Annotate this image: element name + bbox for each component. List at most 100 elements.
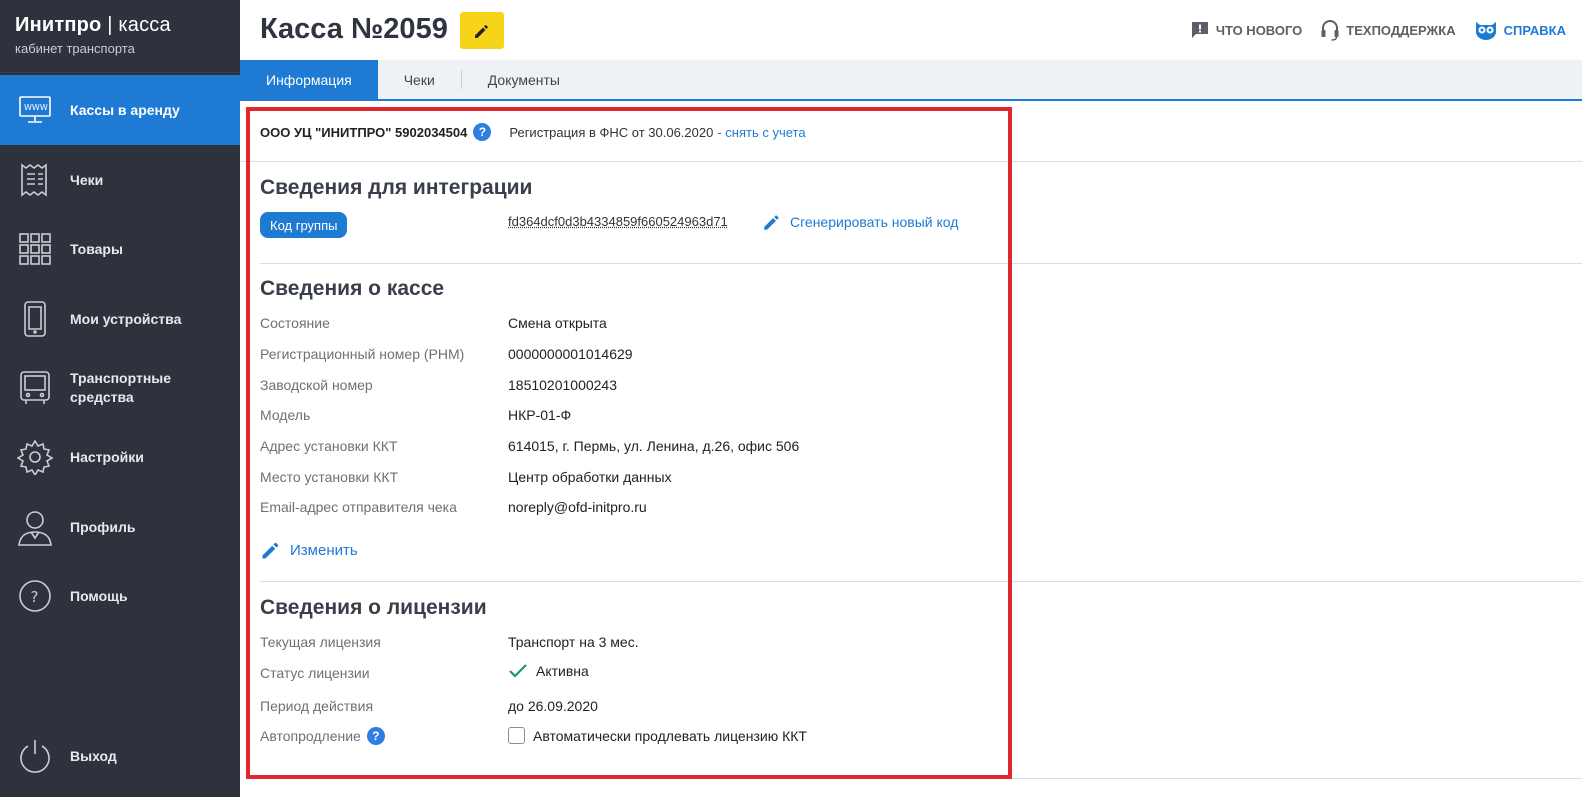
divider — [240, 161, 1582, 162]
current-license-label: Текущая лицензия — [260, 634, 381, 650]
svg-text:WWW: WWW — [24, 103, 48, 112]
group-code-value[interactable]: fd364dcf0d3b4334859f660524963d71 — [508, 214, 728, 229]
edit-title-button[interactable] — [460, 12, 504, 49]
sidebar-item-products[interactable]: Товары — [0, 214, 240, 284]
main-content: ООО УЦ "ИНИТПРО" 5902034504 ? Регистраци… — [240, 101, 1582, 797]
rnm-label: Регистрационный номер (РНМ) — [260, 346, 465, 362]
sidebar-item-receipts[interactable]: Чеки — [0, 145, 240, 215]
help-link[interactable]: СПРАВКА — [1474, 20, 1566, 40]
tab-receipts[interactable]: Чеки — [378, 60, 461, 99]
license-section-title: Сведения о лицензии — [260, 596, 487, 619]
support-label: ТЕХПОДДЕРЖКА — [1346, 22, 1456, 38]
owl-icon — [1475, 22, 1496, 40]
register-section-title: Сведения о кассе — [260, 277, 445, 300]
brand-subtitle: кабинет транспорта — [15, 41, 135, 56]
question-icon[interactable]: ? — [366, 727, 385, 745]
sidebar-item-devices[interactable]: Мои устройства — [0, 284, 240, 354]
page-title: Касса №2059 — [260, 13, 448, 45]
model-label: Модель — [260, 407, 311, 423]
sidebar-item-logout[interactable]: Выход — [0, 721, 240, 791]
generate-code-link[interactable]: Сгенерировать новый код — [762, 212, 958, 232]
sidebar-item-settings[interactable]: Настройки — [0, 422, 240, 492]
brand-separator: | — [101, 14, 119, 36]
sidebar-item-profile[interactable]: Профиль — [0, 492, 240, 562]
org-line: ООО УЦ "ИНИТПРО" 5902034504 ? Регистраци… — [260, 123, 806, 141]
pencil-icon — [764, 215, 779, 230]
divider — [260, 263, 1582, 264]
headset-icon — [1321, 20, 1339, 41]
gear-icon — [0, 439, 70, 475]
state-label: Состояние — [260, 315, 330, 331]
user-icon — [0, 507, 70, 547]
divider — [260, 581, 1582, 582]
sidebar-item-help[interactable]: ? Помощь — [0, 561, 240, 631]
group-code-badge[interactable]: Код группы — [260, 212, 348, 238]
whats-new-link[interactable]: ЧТО НОВОГО — [1190, 20, 1302, 40]
tab-bar: Информация Чеки Документы — [240, 60, 1582, 101]
serial-label: Заводской номер — [260, 377, 373, 393]
bus-icon — [0, 369, 70, 407]
support-link[interactable]: ТЕХПОДДЕРЖКА — [1320, 19, 1456, 41]
address-value: 614015, г. Пермь, ул. Ленина, д.26, офис… — [508, 438, 800, 454]
top-links: ЧТО НОВОГО ТЕХПОДДЕРЖКА СПРАВКА — [1190, 19, 1566, 41]
help-label: СПРАВКА — [1503, 22, 1566, 38]
location-label: Место установки ККТ — [260, 469, 399, 485]
change-register-link[interactable]: Изменить — [260, 539, 358, 561]
current-license-value: Транспорт на 3 мес. — [508, 634, 639, 650]
divider — [260, 778, 1582, 779]
sidebar-item-registers[interactable]: WWW Кассы в аренду — [0, 75, 240, 145]
sidebar-item-label: Мои устройства — [70, 310, 182, 327]
brand-logo[interactable]: Инитпро | касса кабинет транспорта — [0, 0, 240, 73]
header: Касса №2059 ЧТО НОВОГО ТЕХПОДДЕРЖКА СПРА… — [240, 0, 1582, 60]
model-value: НКР-01-Ф — [508, 407, 572, 423]
autorenew-checkbox-label[interactable]: Автоматически продлевать лицензию ККТ — [533, 728, 807, 744]
autorenew-label: Автопродление — [260, 728, 361, 744]
tab-documents[interactable]: Документы — [462, 60, 586, 99]
sidebar: Инитпро | касса кабинет транспорта WWW К… — [0, 0, 240, 797]
question-circle-icon: ? — [0, 578, 70, 614]
license-period-value: до 26.09.2020 — [508, 698, 598, 714]
sidebar-item-label: Чеки — [70, 171, 104, 188]
sidebar-item-label: Профиль — [70, 518, 136, 535]
sidebar-item-label: Выход — [70, 747, 117, 764]
license-status-value: Активна — [508, 662, 589, 680]
change-register-label: Изменить — [290, 541, 358, 559]
autorenew-control[interactable]: Автоматически продлевать лицензию ККТ — [508, 727, 807, 744]
generate-code-label: Сгенерировать новый код — [790, 214, 959, 230]
serial-value: 18510201000243 — [508, 377, 618, 393]
tab-information[interactable]: Информация — [240, 60, 378, 99]
monitor-www-icon: WWW — [0, 94, 70, 126]
org-name: ООО УЦ "ИНИТПРО" 5902034504 — [260, 124, 468, 140]
sidebar-item-label: Транспортные средства — [70, 370, 172, 405]
deregister-link[interactable]: - снять с учета — [717, 125, 805, 140]
question-icon[interactable]: ? — [473, 123, 492, 141]
state-value: Смена открыта — [508, 315, 607, 331]
whats-new-label: ЧТО НОВОГО — [1215, 22, 1303, 38]
sidebar-item-label: Товары — [70, 240, 123, 257]
autorenew-label-group: Автопродление ? — [260, 727, 385, 745]
address-label: Адрес установки ККТ — [260, 438, 398, 454]
power-icon — [0, 737, 70, 775]
rnm-value: 0000000001014629 — [508, 346, 633, 362]
smartphone-icon — [0, 300, 70, 338]
pencil-icon — [262, 542, 279, 559]
license-period-label: Период действия — [260, 698, 374, 714]
brand-name: Инитпро — [15, 14, 102, 36]
email-value: noreply@ofd-initpro.ru — [508, 499, 647, 515]
sidebar-item-label: Настройки — [70, 448, 144, 465]
svg-text:?: ? — [31, 588, 39, 606]
pencil-icon — [475, 24, 488, 38]
brand-product: касса — [118, 14, 171, 36]
registration-text: Регистрация в ФНС от 30.06.2020 — [509, 124, 714, 140]
sidebar-item-vehicles[interactable]: Транспортные средства — [0, 353, 240, 423]
receipt-icon — [0, 162, 70, 198]
sidebar-item-label: Кассы в аренду — [70, 101, 180, 118]
location-value: Центр обработки данных — [508, 469, 672, 485]
email-label: Email-адрес отправителя чека — [260, 499, 457, 515]
license-status-text: Активна — [536, 663, 589, 679]
sidebar-item-label: Помощь — [70, 587, 128, 604]
checkmark-icon — [509, 664, 527, 678]
license-status-label: Статус лицензии — [260, 665, 370, 681]
brand-title: Инитпро | касса — [15, 14, 240, 37]
autorenew-checkbox[interactable] — [508, 727, 525, 744]
